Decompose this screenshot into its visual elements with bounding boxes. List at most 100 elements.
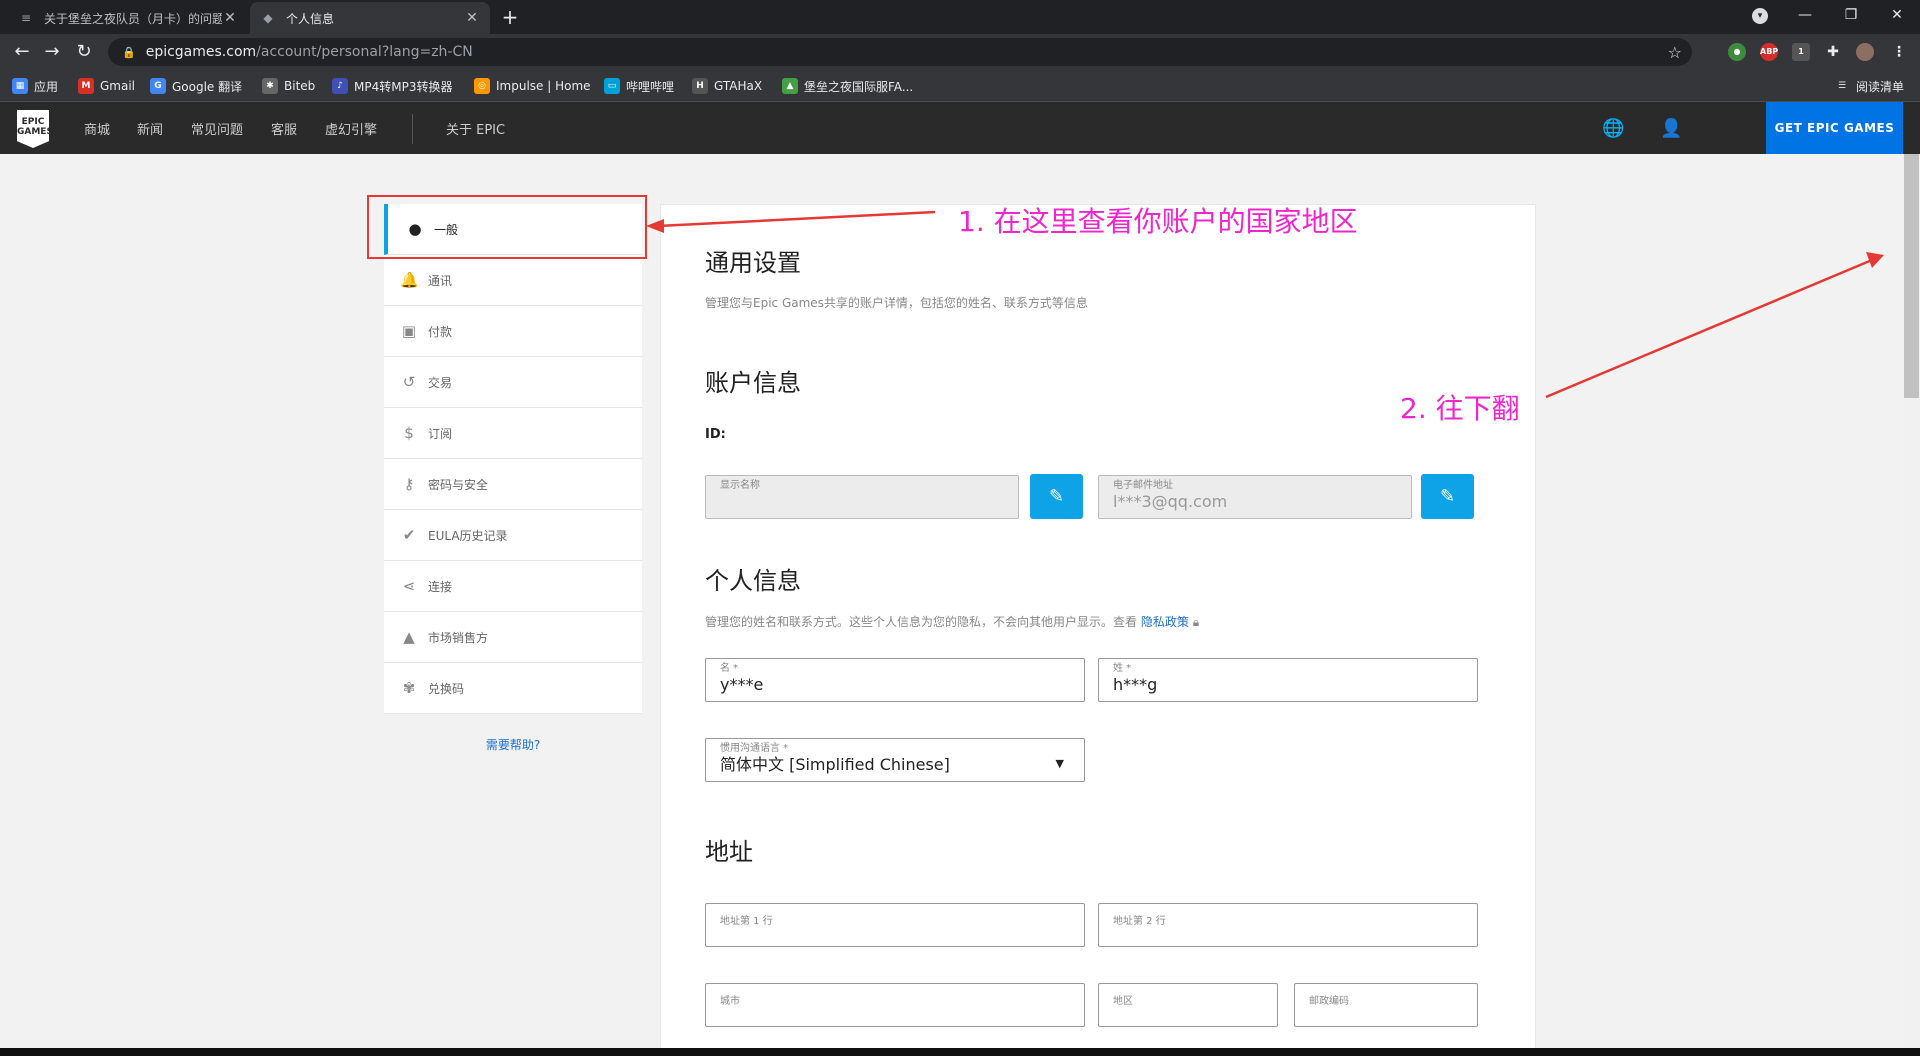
account-id-label: ID: xyxy=(705,427,726,442)
first-name-field[interactable]: 名 * y***e xyxy=(705,658,1085,702)
sidebar-item-eula-history[interactable]: ✔ EULA历史记录 xyxy=(384,510,642,561)
sidebar-item-notifications[interactable]: 🔔 通讯 xyxy=(384,255,642,306)
share-icon: ⋖ xyxy=(402,577,416,595)
extension-badge-icon[interactable]: 1 xyxy=(1792,43,1810,61)
minimize-icon[interactable]: — xyxy=(1782,0,1828,30)
postal-code-field[interactable]: 邮政编码 xyxy=(1294,983,1478,1027)
sidebar-item-label: 兑换码 xyxy=(428,681,465,696)
edit-display-name-button[interactable]: ✎ xyxy=(1030,474,1083,519)
email-field: 电子邮件地址 l***3@qq.com xyxy=(1098,475,1412,519)
address-line2-field[interactable]: 地址第 2 行 xyxy=(1098,903,1478,947)
close-tab-icon[interactable]: ✕ xyxy=(464,10,480,26)
history-icon: ↺ xyxy=(402,373,416,391)
extension-badge-count: 1 xyxy=(1798,47,1804,56)
apps-grid-icon: ▦ xyxy=(12,78,28,94)
restore-icon[interactable]: ❐ xyxy=(1828,0,1874,30)
browser-tab-active[interactable]: ◆ 个人信息 ✕ xyxy=(250,2,490,34)
sidebar-item-password-security[interactable]: ⚷ 密码与安全 xyxy=(384,459,642,510)
reading-list[interactable]: ☰ 阅读清单 xyxy=(1834,77,1904,95)
url-path: /account/personal?lang=zh-CN xyxy=(256,44,473,60)
browser-tab[interactable]: ≡ 关于堡垒之夜队员（月卡）的问题 ✕ xyxy=(8,2,248,34)
field-placeholder: 地区 xyxy=(1113,996,1133,1007)
converter-icon: ♪ xyxy=(332,78,348,94)
field-label: 显示名称 xyxy=(720,480,760,491)
need-help-link[interactable]: 需要帮助? xyxy=(384,736,642,753)
edit-email-button[interactable]: ✎ xyxy=(1421,474,1474,519)
tab-title: 关于堡垒之夜队员（月卡）的问题 xyxy=(44,11,222,26)
pencil-icon: ✎ xyxy=(1439,486,1456,507)
bookmark-impulse[interactable]: ◎ Impulse | Home xyxy=(474,77,591,95)
general-settings-subtitle: 管理您与Epic Games共享的账户详情，包括您的姓名、联系方式等信息 xyxy=(705,296,1088,310)
sidebar-item-subscriptions[interactable]: $ 订阅 xyxy=(384,408,642,459)
forum-favicon-icon: ≡ xyxy=(20,11,32,25)
close-tab-icon[interactable]: ✕ xyxy=(222,10,238,26)
biteb-icon: ✱ xyxy=(262,78,278,94)
bookmark-label: 哔哩哔哩 xyxy=(626,79,675,94)
nav-support[interactable]: 客服 xyxy=(271,119,297,138)
window-close-icon[interactable]: ✕ xyxy=(1874,0,1920,30)
get-epic-games-button[interactable]: GET EPIC GAMES xyxy=(1766,102,1903,154)
epic-games-logo[interactable]: EPIC GAMES xyxy=(17,110,49,148)
sidebar-item-connections[interactable]: ⋖ 连接 xyxy=(384,561,642,612)
tab-search-icon[interactable]: ▾ xyxy=(1752,8,1768,24)
bookmark-label: Gmail xyxy=(100,79,136,93)
adblock-icon[interactable]: ABP xyxy=(1760,43,1778,61)
field-placeholder: 地址第 2 行 xyxy=(1113,916,1166,927)
bookmark-biteb[interactable]: ✱ Biteb xyxy=(262,77,315,95)
field-placeholder: 城市 xyxy=(720,996,740,1007)
gift-icon: ✾ xyxy=(402,679,416,697)
sidebar-item-marketplace-seller[interactable]: ▲ 市场销售方 xyxy=(384,612,642,663)
bookmark-gmail[interactable]: M Gmail xyxy=(78,77,135,95)
sidebar-item-label: 密码与安全 xyxy=(428,477,489,492)
back-icon[interactable]: ← xyxy=(10,40,34,64)
address-bar[interactable]: 🔒 epicgames.com/account/personal?lang=zh… xyxy=(108,38,1692,66)
nav-faq[interactable]: 常见问题 xyxy=(191,119,243,138)
bilibili-icon: ▭ xyxy=(604,78,620,94)
nav-news[interactable]: 新闻 xyxy=(137,119,163,138)
bookmark-gtahax[interactable]: H GTAHaX xyxy=(692,77,762,95)
windows-taskbar xyxy=(0,1048,1920,1056)
nav-about-epic[interactable]: 关于 EPIC xyxy=(446,119,505,138)
new-tab-button[interactable]: + xyxy=(498,6,522,30)
city-field[interactable]: 城市 xyxy=(705,983,1085,1027)
region-field[interactable]: 地区 xyxy=(1098,983,1278,1027)
sidebar-item-label: 交易 xyxy=(428,375,453,390)
url-host: epicgames.com xyxy=(145,44,257,60)
extension-green-icon[interactable]: ● xyxy=(1728,43,1746,61)
language-select[interactable]: 惯用沟通语言 * 简体中文 [Simplified Chinese] ▼ xyxy=(705,738,1085,782)
tab-title: 个人信息 xyxy=(286,11,335,26)
nav-unreal-engine[interactable]: 虚幻引擎 xyxy=(325,119,377,138)
bookmark-bilibili[interactable]: ▭ 哔哩哔哩 xyxy=(604,77,674,95)
field-value: h***g xyxy=(1113,675,1158,694)
bookmark-fortnite[interactable]: ▲ 堡垒之夜国际服FA... xyxy=(782,77,913,95)
annotation-step-1: 1. 在这里查看你账户的国家地区 xyxy=(958,205,1358,238)
reload-icon[interactable]: ↻ xyxy=(72,40,96,64)
lock-icon[interactable]: 🔒 xyxy=(122,46,136,59)
bookmark-label: 堡垒之夜国际服FA... xyxy=(804,79,914,94)
translate-icon: G xyxy=(150,78,166,94)
user-account-icon[interactable]: 👤 xyxy=(1660,118,1682,139)
bookmark-translate[interactable]: G Google 翻译 xyxy=(150,77,242,95)
last-name-field[interactable]: 姓 * h***g xyxy=(1098,658,1478,702)
bookmark-converter[interactable]: ♪ MP4转MP3转换器 xyxy=(332,77,452,95)
scrollbar-thumb[interactable] xyxy=(1904,154,1919,398)
nav-divider xyxy=(412,114,413,144)
nav-store[interactable]: 商城 xyxy=(84,119,110,138)
pencil-icon: ✎ xyxy=(1048,486,1065,507)
sidebar-item-transactions[interactable]: ↺ 交易 xyxy=(384,357,642,408)
annotation-step-2: 2. 往下翻 xyxy=(1400,392,1520,425)
sidebar-item-label: 市场销售方 xyxy=(428,630,489,645)
bookmark-apps[interactable]: ▦ 应用 xyxy=(12,77,58,95)
extensions-puzzle-icon[interactable]: ✚ xyxy=(1824,43,1842,61)
address-title: 地址 xyxy=(705,838,753,866)
profile-avatar[interactable] xyxy=(1856,43,1874,61)
wallet-icon: ▣ xyxy=(401,322,417,340)
bookmark-star-icon[interactable]: ☆ xyxy=(1668,43,1682,62)
address-line1-field[interactable]: 地址第 1 行 xyxy=(705,903,1085,947)
sidebar-item-redeem-code[interactable]: ✾ 兑换码 xyxy=(384,663,642,714)
forward-icon[interactable]: → xyxy=(40,40,64,64)
sidebar-item-payments[interactable]: ▣ 付款 xyxy=(384,306,642,357)
privacy-policy-link[interactable]: 隐私政策 xyxy=(1141,615,1189,629)
globe-icon[interactable]: 🌐 xyxy=(1602,118,1624,139)
browser-menu-icon[interactable]: ⋮ xyxy=(1890,43,1908,61)
